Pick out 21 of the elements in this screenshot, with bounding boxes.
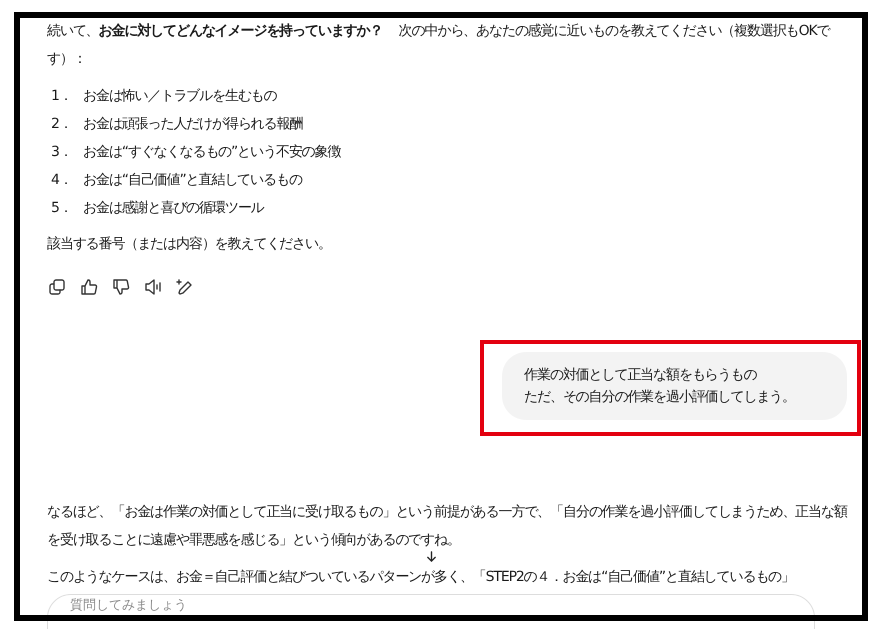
speaker-icon[interactable] [144, 278, 162, 296]
list-number: 5． [50, 199, 73, 218]
list-item-text: お金は“自己価値”と直結しているもの [83, 171, 302, 190]
thumbs-down-icon[interactable] [112, 278, 130, 296]
list-number: 3． [50, 143, 73, 162]
thumbs-up-icon[interactable] [80, 278, 98, 296]
list-item-text: お金は“すぐなくなるもの”という不安の象徴 [83, 143, 340, 162]
list-number: 2． [50, 115, 73, 134]
list-item-text: お金は頑張った人だけが得られる報酬 [83, 115, 302, 134]
copy-icon[interactable] [48, 278, 66, 296]
message-text: なるほど、「お金は作業の対価として正当に受け取るもの」という前提がある一方で、「自分の作業を過小評価してしまうため、正当な額を受け取ることに遠慮や罪悪感を感じる」という傾向があるのですね。 [47, 503, 847, 550]
pencil-icon[interactable] [176, 278, 194, 296]
list-item-text: お金は怖い／トラブルを生むもの [83, 87, 277, 106]
user-message-bubble: 作業の対価として正当な額をもらうもの ただ、その自分の作業を過小評価してしまう。 [502, 352, 847, 420]
list-number: 1． [50, 87, 73, 106]
list-item-text: お金は感謝と喜びの循環ツール [83, 199, 264, 218]
list-number: 4． [50, 171, 73, 190]
scroll-down-icon[interactable] [426, 551, 437, 562]
message-text: このようなケースは、お金＝自己評価と結びついているパターンが多く、「STEP2の４．お金は“自己価値”と直結しているもの」 [47, 568, 796, 587]
message-text: 続いて、お金に対してどんなイメージを持っていますか？ 次の中から、あなたの感覚に近いものを教えてください（複数選択もOKです）： [47, 22, 831, 69]
message-text: 該当する番号（または内容）を教えてください。 [47, 235, 332, 254]
